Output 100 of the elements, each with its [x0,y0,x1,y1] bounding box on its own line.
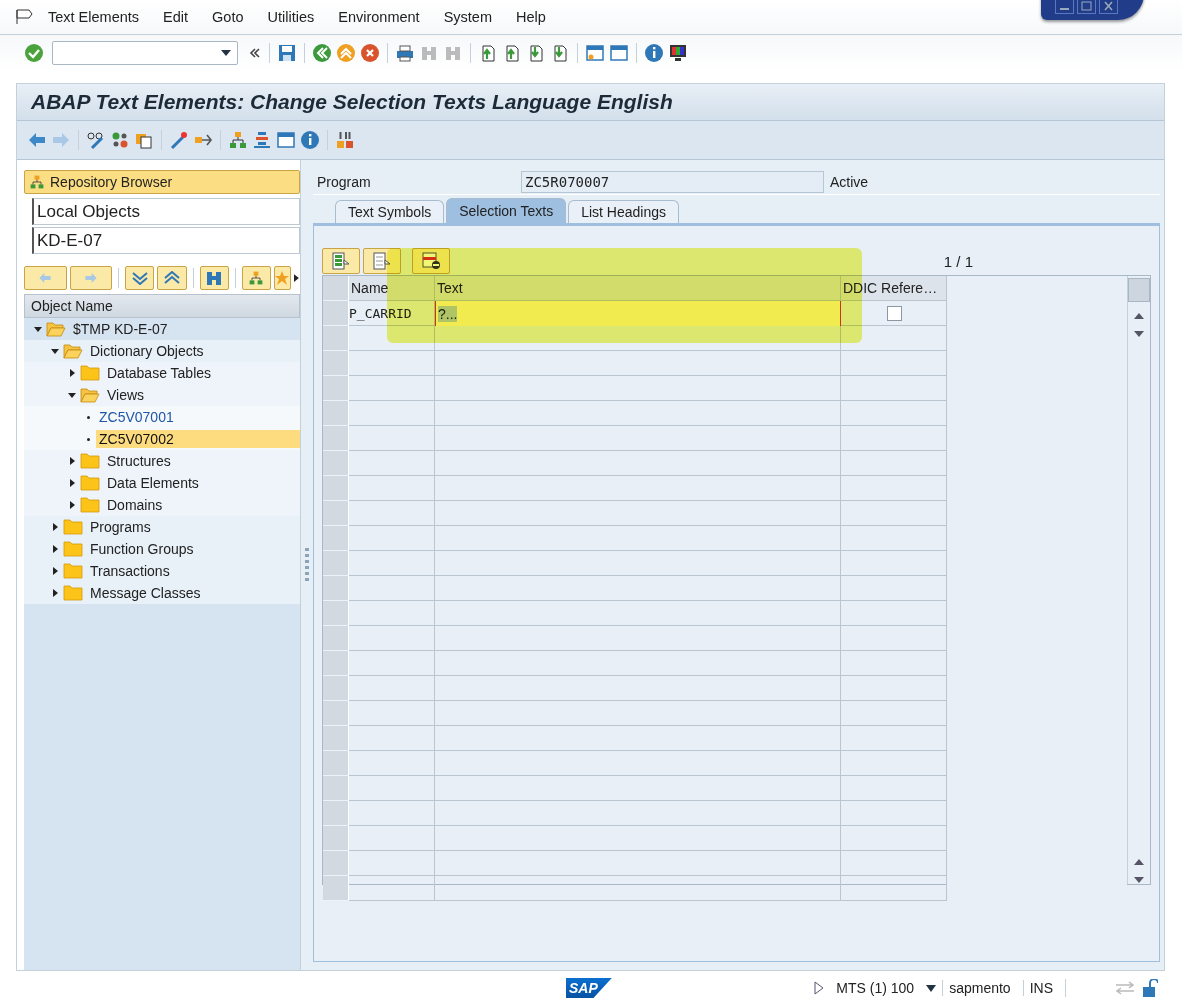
expanded-triangle-icon[interactable] [34,325,42,333]
column-header[interactable]: Text [435,276,841,301]
glasses-pencil-icon[interactable] [86,130,106,150]
more-arrow-icon[interactable] [294,274,300,282]
collapsed-triangle-icon[interactable] [51,567,59,575]
select-all-cell[interactable] [323,276,349,301]
split-blocks-icon[interactable] [335,130,355,150]
shortcut-icon[interactable] [609,43,629,63]
tab[interactable]: List Headings [568,200,679,223]
scroll-up-icon[interactable] [1134,858,1144,866]
back-icon[interactable] [312,43,332,63]
collapsed-triangle-icon[interactable] [51,545,59,553]
tree-label[interactable]: Programs [87,518,154,536]
tree-item[interactable]: ZC5V07002 [24,428,300,450]
tree-label[interactable]: Structures [104,452,174,470]
tab[interactable]: Text Symbols [335,200,445,223]
tree-item[interactable]: Message Classes [24,582,300,604]
new-window-icon[interactable] [585,43,605,63]
expanded-triangle-icon[interactable] [51,347,59,355]
collapsed-triangle-icon[interactable] [68,369,76,377]
insert-row-button[interactable] [322,248,360,274]
maximize-icon[interactable] [1077,0,1096,14]
play-icon[interactable] [814,981,825,995]
dropdown-caret-icon[interactable] [926,984,937,992]
menu-item[interactable]: Utilities [267,9,315,25]
menu-item[interactable]: Edit [163,9,189,25]
save-icon[interactable] [277,43,297,63]
forward-button[interactable] [69,266,113,290]
collapsed-triangle-icon[interactable] [68,457,76,465]
scrollbar-thumb[interactable] [1128,278,1150,302]
system-info[interactable]: MTS (1) 100 [830,980,921,996]
printer-icon[interactable] [395,43,415,63]
tree-item[interactable]: Data Elements [24,472,300,494]
delete-row-button[interactable] [412,248,450,274]
dropdown-caret-icon[interactable] [221,50,231,56]
minimize-icon[interactable] [1055,0,1074,14]
tree-label[interactable]: $TMP KD-E-07 [70,320,171,338]
tree-label[interactable]: ZC5V07001 [96,408,177,426]
magic-wand-icon[interactable] [169,130,189,150]
tree-item[interactable]: Function Groups [24,538,300,560]
tree-label[interactable]: Dictionary Objects [87,342,207,360]
tree-item[interactable]: Programs [24,516,300,538]
info-icon[interactable] [300,130,320,150]
tree-item[interactable]: Transactions [24,560,300,582]
list-window-icon[interactable] [276,130,296,150]
close-icon[interactable] [1099,0,1118,14]
binoculars-button[interactable] [199,266,229,290]
repository-browser-button[interactable]: Repository Browser [24,170,300,194]
stack-icon[interactable] [252,130,272,150]
tree-item[interactable]: Structures [24,450,300,472]
text-input-cell[interactable]: ?... [435,301,841,326]
input-mode: INS [1022,980,1059,996]
tree-label[interactable]: Database Tables [104,364,215,382]
tree-label[interactable]: Function Groups [87,540,197,558]
object-type-field[interactable]: Local Objects [32,198,300,225]
tree-item[interactable]: Domains [24,494,300,516]
collapse-chevron-icon[interactable] [248,46,262,60]
cancel-icon[interactable] [360,43,380,63]
unlocked-padlock-icon[interactable] [1142,979,1158,997]
menu-item[interactable]: Help [516,9,546,25]
checkbox[interactable] [887,305,902,321]
menu-item[interactable]: Text Elements [48,9,140,25]
tree-item[interactable]: ZC5V07001 [24,406,300,428]
star-icon [275,270,290,286]
menu-item[interactable]: Goto [212,9,244,25]
menu-icon[interactable] [16,9,34,25]
tree-item[interactable]: Database Tables [24,362,300,384]
collapse-button[interactable] [157,266,187,290]
collapsed-triangle-icon[interactable] [68,479,76,487]
select-rows-button[interactable] [363,248,401,274]
tree-item[interactable]: Views [24,384,300,406]
expand-button[interactable] [125,266,155,290]
command-field[interactable] [52,41,238,65]
scroll-down-icon[interactable] [1134,876,1144,884]
collapsed-triangle-icon[interactable] [51,523,59,531]
exit-icon[interactable] [336,43,356,63]
collapsed-triangle-icon[interactable] [68,501,76,509]
tab[interactable]: Selection Texts [446,198,567,223]
tree-label[interactable]: Domains [104,496,166,514]
tree-item[interactable]: Dictionary Objects [24,340,300,362]
help-icon[interactable] [644,43,664,63]
tree-label[interactable]: Transactions [87,562,173,580]
tree-label[interactable]: Data Elements [104,474,202,492]
splitter-handle[interactable] [305,548,309,582]
open-folder-icon [46,321,66,337]
collapsed-triangle-icon[interactable] [51,589,59,597]
hierarchy-button[interactable] [241,266,271,290]
tree-label[interactable]: Views [104,386,148,404]
scroll-up-icon[interactable] [1134,312,1144,320]
check-icon[interactable] [24,43,44,63]
menu-item[interactable]: Environment [338,9,420,25]
back-button[interactable] [24,266,67,290]
expanded-triangle-icon[interactable] [68,391,76,399]
package-field[interactable]: KD-E-07 [32,227,300,254]
monitor-icon[interactable] [668,43,688,63]
scroll-down-icon[interactable] [1134,330,1144,338]
tree-label[interactable]: ZC5V07002 [96,430,300,448]
menu-item[interactable]: System [443,9,492,25]
hierarchy-icon[interactable] [228,130,248,150]
tree-label[interactable]: Message Classes [87,584,204,602]
